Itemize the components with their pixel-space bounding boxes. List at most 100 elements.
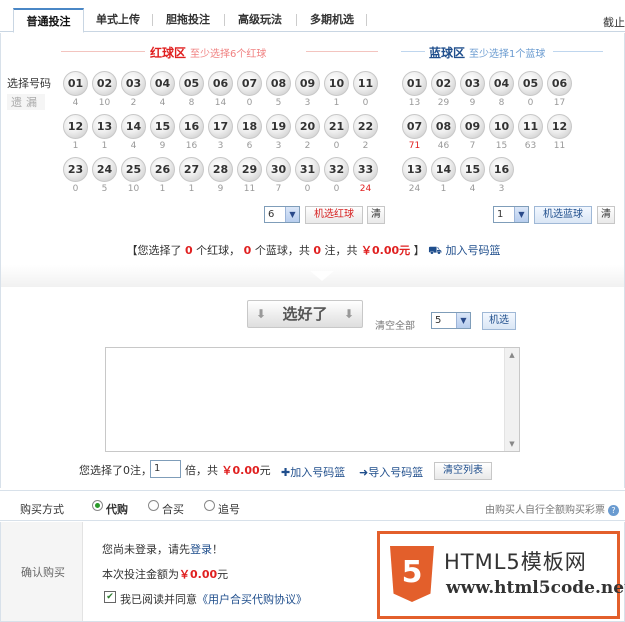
red-ball-20[interactable]: 20: [295, 114, 320, 139]
clear-red-button[interactable]: 清: [367, 206, 385, 224]
summary-amount: ￥0.00元: [360, 244, 411, 257]
random-blue-button[interactable]: 机选蓝球: [534, 206, 592, 224]
scroll-down-icon[interactable]: ▼: [505, 437, 519, 451]
red-ball-08[interactable]: 08: [266, 71, 291, 96]
red-ball-22[interactable]: 22: [353, 114, 378, 139]
blue-miss-02: 29: [437, 98, 450, 108]
add-basket-link[interactable]: ✚加入号码篮: [281, 464, 345, 480]
blue-ball-04[interactable]: 04: [489, 71, 514, 96]
select-number-label: 选择号码: [7, 77, 51, 90]
blue-ball-10[interactable]: 10: [489, 114, 514, 139]
blue-ball-11[interactable]: 11: [518, 114, 543, 139]
agreement-link[interactable]: 《用户合买代购协议》: [197, 593, 307, 606]
clear-list-button[interactable]: 清空列表: [434, 462, 492, 480]
plus-icon: ✚: [281, 466, 291, 479]
red-ball-13[interactable]: 13: [92, 114, 117, 139]
tab-multi-period[interactable]: 多期机选: [302, 8, 362, 32]
blue-count-select[interactable]: 1 ▼: [493, 206, 529, 223]
blue-miss-13: 24: [408, 184, 421, 194]
red-ball-31[interactable]: 31: [295, 157, 320, 182]
red-miss-32: 0: [333, 184, 340, 194]
red-ball-33[interactable]: 33: [353, 157, 378, 182]
random-count-select[interactable]: 5 ▼: [431, 312, 471, 329]
blue-ball-06[interactable]: 06: [547, 71, 572, 96]
agree-checkbox[interactable]: ✔: [104, 591, 116, 603]
red-ball-06[interactable]: 06: [208, 71, 233, 96]
blue-ball-13[interactable]: 13: [402, 157, 427, 182]
clear-all-link[interactable]: 清空全部: [375, 317, 415, 332]
red-ball-14[interactable]: 14: [121, 114, 146, 139]
blue-ball-14[interactable]: 14: [431, 157, 456, 182]
red-ball-27[interactable]: 27: [179, 157, 204, 182]
red-ball-15[interactable]: 15: [150, 114, 175, 139]
red-ball-29[interactable]: 29: [237, 157, 262, 182]
red-ball-12[interactable]: 12: [63, 114, 88, 139]
red-miss-08: 5: [275, 98, 282, 108]
red-ball-02[interactable]: 02: [92, 71, 117, 96]
red-ball-23[interactable]: 23: [63, 157, 88, 182]
red-ball-16[interactable]: 16: [179, 114, 204, 139]
red-miss-33: 24: [359, 184, 372, 194]
red-count-select[interactable]: 6 ▼: [264, 206, 300, 223]
blue-ball-03[interactable]: 03: [460, 71, 485, 96]
blue-ball-01[interactable]: 01: [402, 71, 427, 96]
selected-numbers-list[interactable]: ▲ ▼: [105, 347, 520, 452]
tab-normal-bet[interactable]: 普通投注: [13, 8, 84, 33]
red-ball-09[interactable]: 09: [295, 71, 320, 96]
blue-ball-15[interactable]: 15: [460, 157, 485, 182]
blue-ball-02[interactable]: 02: [431, 71, 456, 96]
red-ball-04[interactable]: 04: [150, 71, 175, 96]
radio-proxy-buy[interactable]: [92, 500, 103, 511]
red-ball-11[interactable]: 11: [353, 71, 378, 96]
blue-ball-07[interactable]: 07: [402, 114, 427, 139]
scroll-up-icon[interactable]: ▲: [505, 348, 519, 362]
red-zone-hint: 至少选择6个红球: [190, 49, 267, 60]
red-ball-07[interactable]: 07: [237, 71, 262, 96]
arrow-down-icon: ⬇: [256, 307, 267, 321]
red-ball-19[interactable]: 19: [266, 114, 291, 139]
confirm-selection-button[interactable]: ⬇ 选好了 ⬇: [247, 300, 363, 328]
red-miss-15: 9: [159, 141, 166, 151]
red-ball-26[interactable]: 26: [150, 157, 175, 182]
tab-advanced[interactable]: 高级玩法: [230, 8, 290, 32]
blue-ball-16[interactable]: 16: [489, 157, 514, 182]
red-ball-17[interactable]: 17: [208, 114, 233, 139]
radio-chase[interactable]: [204, 500, 215, 511]
red-ball-01[interactable]: 01: [63, 71, 88, 96]
blue-ball-08[interactable]: 08: [431, 114, 456, 139]
login-link[interactable]: 登录: [190, 543, 212, 556]
blue-ball-12[interactable]: 12: [547, 114, 572, 139]
blue-ball-09[interactable]: 09: [460, 114, 485, 139]
blue-ball-05[interactable]: 05: [518, 71, 543, 96]
red-ball-28[interactable]: 28: [208, 157, 233, 182]
red-miss-06: 14: [214, 98, 227, 108]
radio-group-buy[interactable]: [148, 500, 159, 511]
red-miss-26: 1: [159, 184, 166, 194]
red-ball-18[interactable]: 18: [237, 114, 262, 139]
scrollbar[interactable]: ▲ ▼: [504, 348, 519, 451]
tab-single-upload[interactable]: 单式上传: [90, 8, 146, 32]
red-ball-10[interactable]: 10: [324, 71, 349, 96]
help-icon[interactable]: ?: [608, 505, 619, 516]
red-ball-32[interactable]: 32: [324, 157, 349, 182]
red-ball-24[interactable]: 24: [92, 157, 117, 182]
multiple-input[interactable]: 1: [150, 460, 181, 478]
red-ball-05[interactable]: 05: [179, 71, 204, 96]
red-miss-12: 1: [72, 141, 79, 151]
random-red-button[interactable]: 机选红球: [305, 206, 363, 224]
random-pick-button[interactable]: 机选: [482, 312, 516, 330]
blue-miss-15: 4: [469, 184, 476, 194]
red-ball-25[interactable]: 25: [121, 157, 146, 182]
watermark-title: HTML5模板网: [444, 550, 587, 574]
import-basket-link[interactable]: ➜导入号码篮: [359, 464, 423, 480]
red-miss-23: 0: [72, 184, 79, 194]
clear-blue-button[interactable]: 清: [597, 206, 615, 224]
red-count: 0: [185, 244, 193, 257]
red-ball-21[interactable]: 21: [324, 114, 349, 139]
tab-dantuo-bet[interactable]: 胆拖投注: [158, 8, 218, 32]
add-to-basket-link[interactable]: ⛟ 加入号码篮: [428, 244, 500, 257]
red-ball-03[interactable]: 03: [121, 71, 146, 96]
red-zone-line: [306, 51, 378, 52]
blue-miss-12: 11: [553, 141, 566, 151]
red-ball-30[interactable]: 30: [266, 157, 291, 182]
